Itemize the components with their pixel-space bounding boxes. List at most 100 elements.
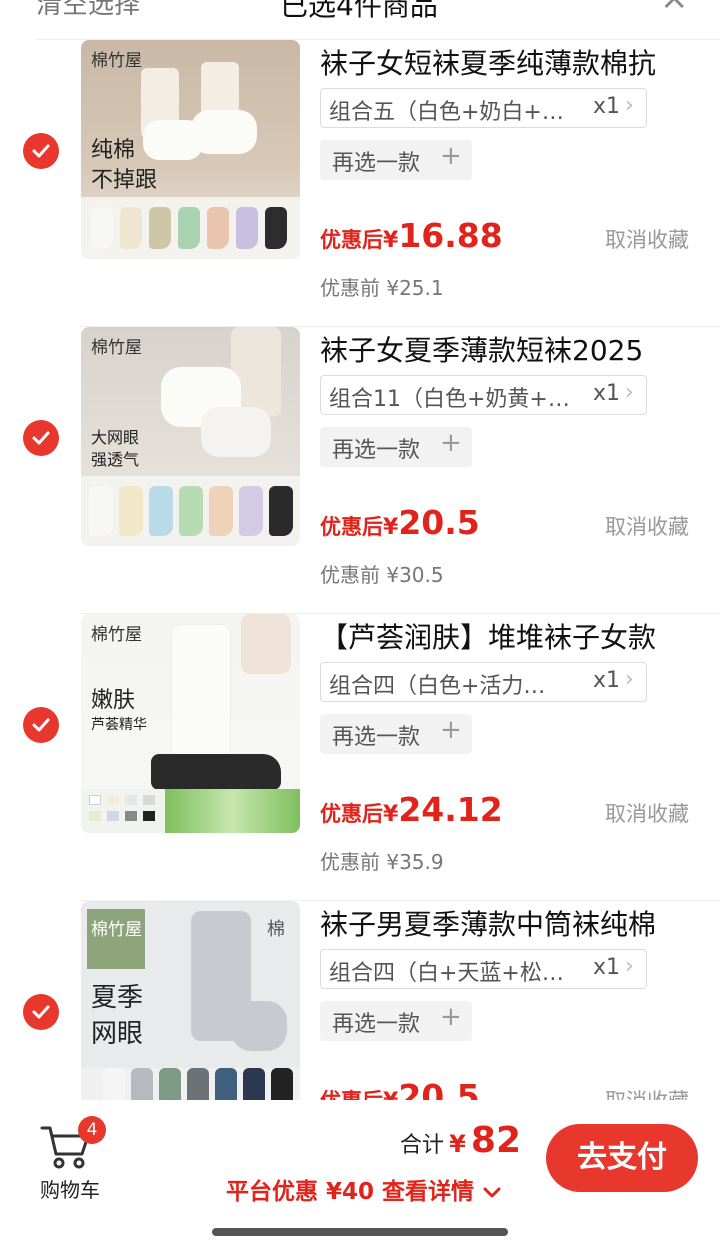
swatch	[207, 207, 229, 249]
product-name[interactable]: 袜子男夏季薄款中筒袜纯棉	[320, 903, 710, 943]
discount-details-link[interactable]: 平台优惠 ¥40 查看详情	[226, 1172, 502, 1206]
slogan-line: 网眼	[91, 1019, 144, 1049]
reselect-label: 再选一款	[332, 438, 421, 463]
variant-text: 组合11（白色+奶黄+…	[329, 387, 570, 412]
product-image[interactable]: 棉竹屋 嫩肤 芦荟精华	[81, 614, 300, 833]
unfavorite-button[interactable]: 取消收藏	[605, 224, 689, 254]
slogan-line: 芦荟精华	[91, 717, 147, 733]
cotton-mark: 棉	[267, 919, 285, 940]
original-price: 优惠前 ¥35.9	[320, 850, 444, 874]
swatch	[119, 486, 143, 536]
check-icon	[32, 718, 50, 732]
sock-shape	[231, 1001, 287, 1051]
swatch	[269, 486, 293, 536]
list-item: 棉竹屋 大网眼 强透气 袜子女夏季薄款短袜2025 组合11（白色+奶黄+… x…	[0, 327, 720, 614]
after-label: 优惠后	[320, 1089, 383, 1100]
discounted-price: 优惠后¥16.88	[320, 216, 503, 255]
plus-icon: +	[440, 715, 462, 745]
reselect-button[interactable]: 再选一款 +	[320, 140, 472, 180]
check-icon	[32, 431, 50, 445]
after-label: 优惠后	[320, 515, 383, 539]
swatch	[159, 1068, 181, 1100]
swatch	[143, 811, 155, 821]
chevron-right-icon: ›	[625, 954, 634, 979]
variant-text: 组合五（白色+奶白+…	[329, 100, 564, 125]
clear-selection-button[interactable]: 清空选择	[36, 0, 140, 21]
swatch	[236, 207, 258, 249]
after-label: 优惠后	[320, 228, 383, 252]
chevron-right-icon: ›	[625, 93, 634, 118]
home-indicator	[212, 1228, 508, 1236]
color-swatches	[81, 1068, 300, 1100]
total-label: 合计	[400, 1133, 445, 1158]
sheet-title: 已选4件商品	[280, 0, 438, 22]
swatch	[149, 207, 171, 249]
discounted-price: 优惠后¥24.12	[320, 790, 503, 829]
sock-shape	[191, 110, 257, 154]
cart-count-badge: 4	[78, 1116, 106, 1144]
swatch	[265, 207, 287, 249]
checkbox-checked[interactable]	[23, 707, 59, 743]
swatch	[243, 1068, 265, 1100]
chevron-right-icon: ›	[625, 380, 634, 405]
variant-selector[interactable]: 组合四（白色+活力… x1 ›	[320, 662, 647, 702]
reselect-button[interactable]: 再选一款 +	[320, 1001, 472, 1041]
swatch	[89, 795, 101, 805]
brand-label: 棉竹屋	[91, 920, 142, 940]
chevron-right-icon: ›	[625, 667, 634, 692]
color-swatches	[81, 197, 300, 259]
brand-label: 棉竹屋	[91, 625, 142, 645]
currency-symbol: ¥	[383, 228, 399, 253]
swatch	[187, 1068, 209, 1100]
variant-selector[interactable]: 组合五（白色+奶白+… x1 ›	[320, 88, 647, 128]
swatch	[209, 486, 233, 536]
after-price: 20.5	[398, 1077, 480, 1100]
checkbox-checked[interactable]	[23, 994, 59, 1030]
variant-text: 组合四（白+天蓝+松…	[329, 961, 564, 986]
product-image[interactable]: 棉竹屋 棉 夏季 网眼	[81, 901, 300, 1100]
product-image[interactable]: 棉竹屋 纯棉 不掉跟	[81, 40, 300, 259]
swatch	[239, 486, 263, 536]
product-name[interactable]: 袜子女夏季薄款短袜2025	[320, 329, 710, 369]
quantity-label: x1	[593, 955, 621, 980]
check-icon	[32, 144, 50, 158]
close-icon[interactable]: ×	[660, 0, 689, 18]
selected-items-list[interactable]: 棉竹屋 纯棉 不掉跟 袜子女短袜夏季纯薄款棉抗 组合五（白色+奶白+… x1 ›	[0, 40, 720, 1100]
checkbox-checked[interactable]	[23, 420, 59, 456]
slogan-line: 不掉跟	[91, 168, 158, 193]
color-swatches	[81, 789, 300, 833]
sock-shape	[171, 624, 231, 764]
swatch	[89, 486, 113, 536]
variant-selector[interactable]: 组合11（白色+奶黄+… x1 ›	[320, 375, 647, 415]
pay-button[interactable]: 去支付	[546, 1124, 698, 1192]
plus-icon: +	[440, 428, 462, 458]
quantity-label: x1	[593, 668, 621, 693]
product-name[interactable]: 【芦荟润肤】堆堆袜子女款	[320, 616, 710, 656]
reselect-button[interactable]: 再选一款 +	[320, 427, 472, 467]
slogan-line: 纯棉	[91, 138, 136, 163]
shoe-shape	[151, 754, 281, 790]
cart-label[interactable]: 购物车	[40, 1174, 100, 1203]
swatch	[107, 795, 119, 805]
unfavorite-button[interactable]: 取消收藏	[605, 1085, 689, 1100]
product-image[interactable]: 棉竹屋 大网眼 强透气	[81, 327, 300, 546]
currency-symbol: ¥	[383, 1089, 398, 1100]
quantity-label: x1	[593, 381, 621, 406]
swatch	[215, 1068, 237, 1100]
total-currency: ¥	[449, 1130, 466, 1158]
unfavorite-button[interactable]: 取消收藏	[605, 798, 689, 828]
chevron-down-icon	[483, 1187, 501, 1197]
reselect-button[interactable]: 再选一款 +	[320, 714, 472, 754]
after-label: 优惠后	[320, 802, 383, 826]
checkbox-checked[interactable]	[23, 133, 59, 169]
after-price: 20.5	[398, 503, 480, 542]
variant-selector[interactable]: 组合四（白+天蓝+松… x1 ›	[320, 949, 647, 989]
swatch	[120, 207, 142, 249]
slogan-line: 夏季	[91, 983, 144, 1013]
swatch	[91, 207, 113, 249]
slogan-line: 强透气	[91, 450, 140, 469]
check-icon	[32, 1005, 50, 1019]
product-name[interactable]: 袜子女短袜夏季纯薄款棉抗	[320, 42, 710, 82]
slogan-line: 嫩肤	[91, 688, 136, 713]
unfavorite-button[interactable]: 取消收藏	[605, 511, 689, 541]
